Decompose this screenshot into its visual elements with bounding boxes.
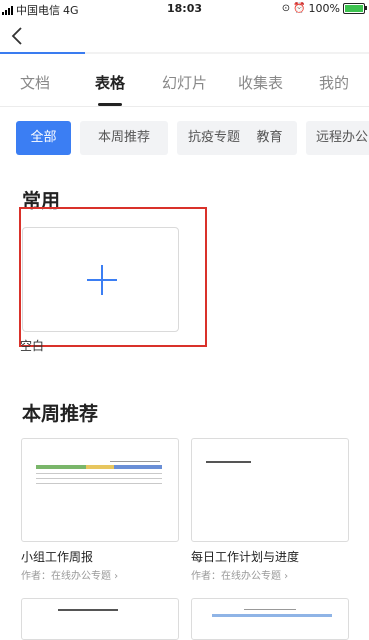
thumb-header-green: [36, 465, 86, 469]
thumb-line: [36, 483, 162, 484]
tab-slides[interactable]: 幻灯片: [162, 72, 207, 93]
chevron-left-icon[interactable]: [8, 24, 28, 48]
template-author[interactable]: 作者：在线办公专题 ›: [21, 567, 118, 582]
section-weekly-title: 本周推荐: [22, 403, 99, 425]
battery-fill: [345, 5, 363, 12]
thumb-line: [244, 609, 296, 610]
thumb-line: [206, 461, 251, 463]
thumb-header-yellow: [86, 465, 114, 469]
tab-docs[interactable]: 文档: [20, 72, 50, 93]
template-thumbnail-daily-plan[interactable]: [191, 438, 349, 542]
lock-rotation-icon: ⊙: [281, 3, 291, 14]
thumb-header-blue: [212, 614, 332, 617]
template-title[interactable]: 每日工作计划与进度: [191, 548, 299, 565]
chip-remote-work[interactable]: 远程办公: [306, 121, 369, 155]
thumb-line: [36, 478, 162, 479]
thumb-line: [110, 461, 160, 462]
chip-education[interactable]: 教育: [242, 121, 297, 155]
thumb-line: [36, 473, 162, 474]
thumb-header-blue: [114, 465, 162, 469]
battery-icon: [343, 3, 367, 14]
loading-progress-fill: [0, 52, 85, 54]
tab-forms[interactable]: 收集表: [238, 72, 283, 93]
highlight-annotation: [19, 207, 207, 347]
template-thumbnail[interactable]: [191, 598, 349, 640]
alarm-icon: ⏰: [293, 3, 306, 14]
blank-template-label: 空白: [20, 339, 45, 353]
chip-antiepidemic[interactable]: 抗疫专题: [177, 121, 251, 155]
template-title[interactable]: 小组工作周报: [21, 548, 93, 565]
template-author[interactable]: 作者：在线办公专题 ›: [191, 567, 288, 582]
chip-weekly[interactable]: 本周推荐: [80, 121, 168, 155]
tab-mine[interactable]: 我的: [319, 72, 349, 93]
tab-sheets[interactable]: 表格: [95, 72, 125, 93]
chip-all[interactable]: 全部: [16, 121, 71, 155]
template-thumbnail-team-weekly[interactable]: [21, 438, 179, 542]
category-chips: 全部 本周推荐 抗疫专题 教育 远程办公: [16, 121, 369, 155]
active-tab-indicator: [98, 103, 122, 106]
template-thumbnail[interactable]: [21, 598, 179, 640]
status-bar: 中国电信 4G 18:03 ⊙ ⏰ 100%: [0, 0, 369, 20]
doc-type-tabs: 文档 表格 幻灯片 收集表 我的: [0, 66, 369, 107]
status-right: ⊙ ⏰ 100%: [281, 2, 367, 15]
loading-progress: [0, 52, 369, 54]
battery-percent: 100%: [308, 2, 340, 15]
thumb-line: [58, 609, 118, 611]
